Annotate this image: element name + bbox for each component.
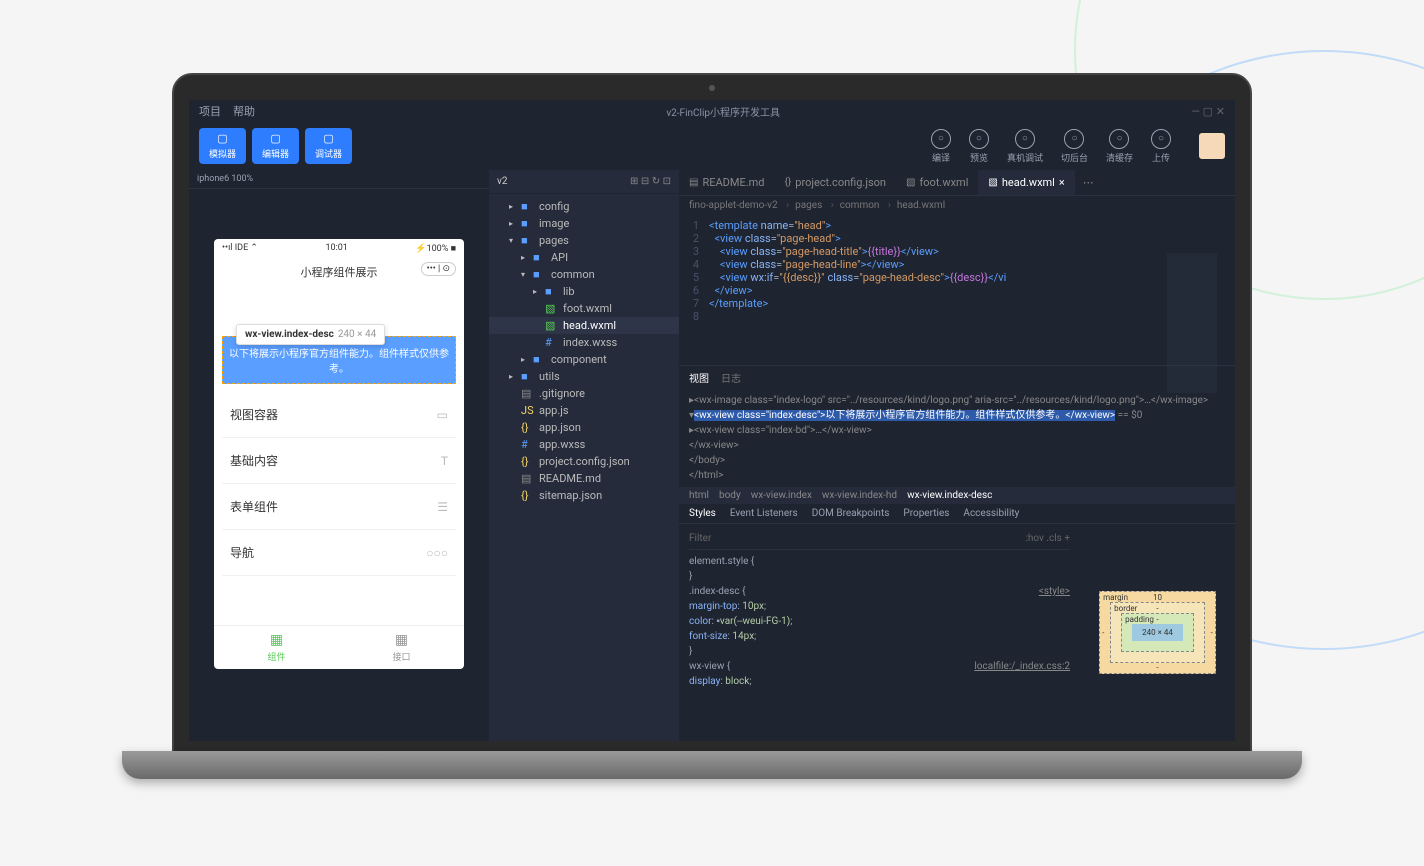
code-editor[interactable]: 1<template name="head">2 <view class="pa… [679,215,1235,365]
dt-subtab[interactable]: Styles [689,508,716,519]
status-time: 10:01 [325,243,347,254]
phone-tab-0[interactable]: ▦组件 [214,626,339,669]
dt-toptab[interactable]: 日志 [721,370,741,385]
devtools: 视图日志 ▸<wx-image class="index-logo" src="… [679,365,1235,741]
user-avatar[interactable] [1199,133,1225,159]
simulator-panel: iphone6 100% ••ıl IDE ⌃ 10:01 ⚡100% ■ 小程… [189,170,489,741]
window-controls[interactable]: — ▢ ✕ [1191,105,1225,118]
editor-tab[interactable]: ▤README.md [679,170,774,195]
tree-item[interactable]: ▤README.md [489,470,679,487]
phone-tab-1[interactable]: ▦接口 [339,626,464,669]
tree-item[interactable]: ▸■component [489,351,679,368]
app-title: 小程序组件展示 [301,266,378,279]
tab-overflow[interactable]: ⋯ [1075,170,1102,195]
tree-item[interactable]: ▸■config [489,198,679,215]
action-3[interactable]: ○切后台 [1061,129,1088,164]
tree-item[interactable]: {}sitemap.json [489,487,679,504]
inspect-tooltip: wx-view.index-desc240 × 44 [236,324,385,345]
explorer-actions[interactable]: ⊞ ⊟ ↻ ⊡ [630,176,671,187]
phone-preview: ••ıl IDE ⌃ 10:01 ⚡100% ■ 小程序组件展示 ••• | ⊙… [214,239,464,669]
breadcrumb[interactable]: fino-applet-demo-v2pagescommonhead.wxml [679,196,1235,215]
titlebar: 项目 帮助 v2-FinClip小程序开发工具 — ▢ ✕ [189,100,1235,122]
tree-item[interactable]: ▸■lib [489,283,679,300]
window-title: v2-FinClip小程序开发工具 [666,104,780,119]
mode-1[interactable]: ▢编辑器 [252,128,299,164]
box-model: margin 10 - - - border - padding - 240 ×… [1080,524,1235,741]
action-0[interactable]: ○编译 [931,129,951,164]
tree-item[interactable]: ▸■image [489,215,679,232]
styles-filter[interactable]: Filter [689,531,711,546]
tree-item[interactable]: ▧head.wxml [489,317,679,334]
dt-subtab[interactable]: Properties [903,508,949,519]
dom-path[interactable]: html body wx-view.index wx-view.index-hd wx-… [679,487,1235,504]
phone-item-1[interactable]: 基础内容T [222,438,456,484]
dom-path-segment[interactable]: wx-view.index-hd [822,490,897,501]
editor-area: ▤README.md{}project.config.json▧foot.wxm… [679,170,1235,741]
tree-item[interactable]: ▤.gitignore [489,385,679,402]
phone-item-0[interactable]: 视图容器▭ [222,392,456,438]
elements-panel[interactable]: ▸<wx-image class="index-logo" src="../re… [679,389,1235,487]
tree-item[interactable]: ▾■common [489,266,679,283]
menu-project[interactable]: 项目 [199,103,221,119]
tree-item[interactable]: #index.wxss [489,334,679,351]
editor-tab[interactable]: ▧foot.wxml [896,170,978,195]
dom-path-segment[interactable]: html [689,490,709,501]
action-4[interactable]: ○清缓存 [1106,129,1133,164]
dt-subtab[interactable]: DOM Breakpoints [812,508,890,519]
mode-2[interactable]: ▢调试器 [305,128,352,164]
mode-0[interactable]: ▢模拟器 [199,128,246,164]
styles-toggles[interactable]: :hov .cls + [1025,531,1070,546]
phone-item-3[interactable]: 导航○○○ [222,530,456,576]
dom-path-segment[interactable]: wx-view.index [751,490,812,501]
menu-help[interactable]: 帮助 [233,103,255,119]
capsule-menu[interactable]: ••• | ⊙ [421,262,456,276]
action-2[interactable]: ○真机调试 [1007,129,1043,164]
tree-item[interactable]: {}project.config.json [489,453,679,470]
editor-tab[interactable]: {}project.config.json [774,170,896,195]
status-battery: ⚡100% ■ [415,243,456,254]
styles-panel[interactable]: Filter :hov .cls + element.style {}.inde… [679,524,1080,741]
project-root[interactable]: v2 [497,176,507,187]
tree-item[interactable]: JSapp.js [489,402,679,419]
dt-toptab[interactable]: 视图 [689,370,709,385]
file-explorer: v2 ⊞ ⊟ ↻ ⊡ ▸■config▸■image▾■pages▸■API▾■… [489,170,679,741]
tree-item[interactable]: #app.wxss [489,436,679,453]
laptop-frame: 项目 帮助 v2-FinClip小程序开发工具 — ▢ ✕ ▢模拟器▢编辑器▢调… [172,73,1252,793]
dt-subtab[interactable]: Accessibility [963,508,1019,519]
tree-item[interactable]: ▸■API [489,249,679,266]
dom-path-segment[interactable]: body [719,490,741,501]
dt-subtab[interactable]: Event Listeners [730,508,798,519]
action-5[interactable]: ○上传 [1151,129,1171,164]
tree-item[interactable]: ▾■pages [489,232,679,249]
ide-window: 项目 帮助 v2-FinClip小程序开发工具 — ▢ ✕ ▢模拟器▢编辑器▢调… [189,100,1235,741]
editor-tab[interactable]: ▧head.wxml× [978,170,1074,195]
device-info[interactable]: iphone6 100% [189,170,489,189]
tree-item[interactable]: {}app.json [489,419,679,436]
tree-item[interactable]: ▧foot.wxml [489,300,679,317]
toolbar: ▢模拟器▢编辑器▢调试器 ○编译 ○预览 ○真机调试 ○切后台 ○清缓存 ○上传 [189,122,1235,170]
status-signal: ••ıl IDE ⌃ [222,243,258,254]
dom-path-segment[interactable]: wx-view.index-desc [907,490,992,501]
action-1[interactable]: ○预览 [969,129,989,164]
phone-item-2[interactable]: 表单组件☰ [222,484,456,530]
tree-item[interactable]: ▸■utils [489,368,679,385]
